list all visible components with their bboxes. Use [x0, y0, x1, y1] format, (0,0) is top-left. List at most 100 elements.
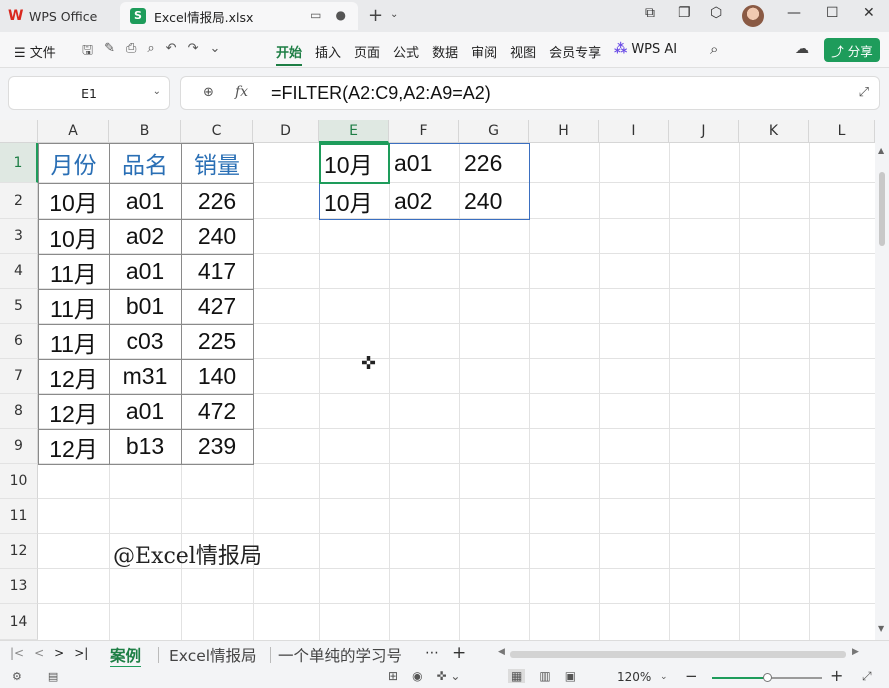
- table-cell-sales[interactable]: 472: [181, 394, 253, 429]
- result-cell-product[interactable]: a02: [389, 183, 459, 219]
- focus-mode-icon[interactable]: ✜ ⌄: [437, 669, 461, 683]
- share-button[interactable]: ⤴ 分享: [824, 38, 880, 62]
- table-cell-month[interactable]: 12月: [38, 394, 109, 429]
- column-header-f[interactable]: F: [389, 120, 459, 143]
- scroll-down-icon[interactable]: ▼: [878, 624, 884, 633]
- add-sheet-plus-icon[interactable]: +: [452, 643, 466, 663]
- redo-icon[interactable]: ↷: [188, 41, 199, 63]
- column-header-c[interactable]: C: [181, 120, 253, 143]
- row-header-11[interactable]: 11: [0, 499, 38, 534]
- prev-sheet-icon[interactable]: <: [34, 646, 44, 660]
- undo-icon[interactable]: ↶: [166, 41, 177, 63]
- tab-insert[interactable]: 插入: [315, 42, 341, 66]
- row-header-8[interactable]: 8: [0, 394, 38, 429]
- formula-input-area[interactable]: ⊕ fx =FILTER(A2:C9,A2:A9=A2) ⤢: [180, 76, 880, 110]
- tab-home[interactable]: 开始: [276, 42, 303, 66]
- column-header-h[interactable]: H: [529, 120, 599, 143]
- table-cell-product[interactable]: b01: [109, 289, 181, 324]
- sheet-tab-study[interactable]: 一个单纯的学习号: [278, 644, 402, 666]
- format-painter-icon[interactable]: ✎: [104, 41, 115, 63]
- table-cell-month[interactable]: 12月: [38, 359, 109, 394]
- first-sheet-icon[interactable]: |<: [10, 646, 24, 660]
- row-header-4[interactable]: 4: [0, 254, 38, 289]
- column-header-i[interactable]: I: [599, 120, 669, 143]
- minimize-icon[interactable]: —: [787, 5, 801, 21]
- expand-formula-icon[interactable]: ⤢: [859, 85, 869, 100]
- vertical-scrollbar[interactable]: ▲ ▼: [875, 120, 889, 640]
- next-sheet-icon[interactable]: >: [54, 646, 64, 660]
- column-header-k[interactable]: K: [739, 120, 809, 143]
- table-cell-product[interactable]: b13: [109, 429, 181, 464]
- table-cell-month[interactable]: 12月: [38, 429, 109, 464]
- header-cell-month[interactable]: 月份: [38, 143, 109, 183]
- insert-function-icon[interactable]: fx: [235, 84, 248, 100]
- table-cell-sales[interactable]: 140: [181, 359, 253, 394]
- spreadsheet-grid[interactable]: A B C D E F G H I J K L 1 2 3 4 5 6 7 8 9 10 11 12 13 14 月份 品名 销量 10月…: [0, 120, 875, 640]
- name-box-chevron-down-icon[interactable]: ⌄: [153, 86, 161, 97]
- tab-page[interactable]: 页面: [354, 42, 380, 66]
- tab-formulas[interactable]: 公式: [393, 42, 419, 66]
- eye-protection-icon[interactable]: ◉: [412, 669, 422, 683]
- tab-unsaved-dot-icon[interactable]: ●: [336, 8, 346, 22]
- row-header-2[interactable]: 2: [0, 183, 38, 219]
- table-cell-sales[interactable]: 226: [181, 183, 253, 219]
- table-cell-product[interactable]: a01: [109, 394, 181, 429]
- print-preview-icon[interactable]: ⌕: [147, 41, 154, 63]
- row-header-9[interactable]: 9: [0, 429, 38, 464]
- row-header-5[interactable]: 5: [0, 289, 38, 324]
- wps-ai-button[interactable]: ⁂ WPS AI: [614, 42, 677, 57]
- search-icon[interactable]: ⌕: [710, 40, 718, 58]
- sheet-properties-icon[interactable]: ▤: [48, 670, 58, 683]
- table-cell-sales[interactable]: 225: [181, 324, 253, 359]
- more-sheets-button[interactable]: ⋯: [425, 645, 439, 661]
- row-header-7[interactable]: 7: [0, 359, 38, 394]
- reading-view-icon[interactable]: ▣: [565, 669, 576, 683]
- tab-view[interactable]: 视图: [510, 42, 536, 66]
- column-header-a[interactable]: A: [38, 120, 109, 143]
- table-cell-product[interactable]: a01: [109, 254, 181, 289]
- result-cell-product[interactable]: a01: [389, 143, 459, 183]
- table-cell-month[interactable]: 11月: [38, 289, 109, 324]
- row-header-14[interactable]: 14: [0, 604, 38, 640]
- fullscreen-icon[interactable]: ⤢: [862, 669, 872, 684]
- zoom-chevron-down-icon[interactable]: ⌄: [660, 672, 668, 682]
- tab-review[interactable]: 审阅: [471, 42, 497, 66]
- cloud-upload-icon[interactable]: ☁: [795, 41, 809, 57]
- avatar[interactable]: [742, 5, 764, 27]
- tab-monitor-icon[interactable]: ▭: [310, 8, 321, 22]
- horizontal-scrollbar[interactable]: [510, 651, 846, 658]
- row-header-6[interactable]: 6: [0, 324, 38, 359]
- scroll-up-icon[interactable]: ▲: [878, 146, 884, 155]
- table-cell-month[interactable]: 10月: [38, 183, 109, 219]
- zoom-in-icon[interactable]: +: [830, 666, 843, 685]
- zoom-out-icon[interactable]: −: [685, 667, 698, 685]
- table-cell-month[interactable]: 10月: [38, 219, 109, 254]
- normal-view-icon[interactable]: ▦: [508, 669, 526, 683]
- zoom-level[interactable]: 120%: [617, 670, 651, 684]
- sheet-tab-case[interactable]: 案例: [110, 644, 142, 669]
- formula-view-icon[interactable]: ⊞: [388, 669, 398, 683]
- table-cell-sales[interactable]: 239: [181, 429, 253, 464]
- file-tab[interactable]: S Excel情报局.xlsx ▭ ●: [120, 2, 358, 30]
- table-cell-product[interactable]: a02: [109, 219, 181, 254]
- maximize-icon[interactable]: ☐: [826, 5, 839, 21]
- table-cell-month[interactable]: 11月: [38, 254, 109, 289]
- formula-input[interactable]: =FILTER(A2:C9,A2:A9=A2): [271, 83, 491, 104]
- result-cell-month[interactable]: 10月: [319, 143, 389, 183]
- zoom-slider-handle[interactable]: [762, 673, 772, 682]
- column-header-j[interactable]: J: [669, 120, 739, 143]
- row-header-1[interactable]: 1: [0, 143, 38, 183]
- more-chevron-down-icon[interactable]: ⌄: [209, 41, 220, 63]
- row-header-3[interactable]: 3: [0, 219, 38, 254]
- save-icon[interactable]: 🖫: [82, 41, 93, 63]
- window-switch-icon[interactable]: ❐: [678, 5, 691, 21]
- row-header-13[interactable]: 13: [0, 569, 38, 604]
- column-header-d[interactable]: D: [253, 120, 319, 143]
- select-all-corner[interactable]: [0, 120, 38, 143]
- table-cell-sales[interactable]: 417: [181, 254, 253, 289]
- scroll-right-icon[interactable]: ▶: [852, 647, 859, 657]
- page-break-view-icon[interactable]: ▥: [539, 669, 550, 683]
- close-icon[interactable]: ✕: [863, 5, 875, 21]
- screenshot-icon[interactable]: ⧉: [645, 5, 655, 21]
- row-header-10[interactable]: 10: [0, 464, 38, 499]
